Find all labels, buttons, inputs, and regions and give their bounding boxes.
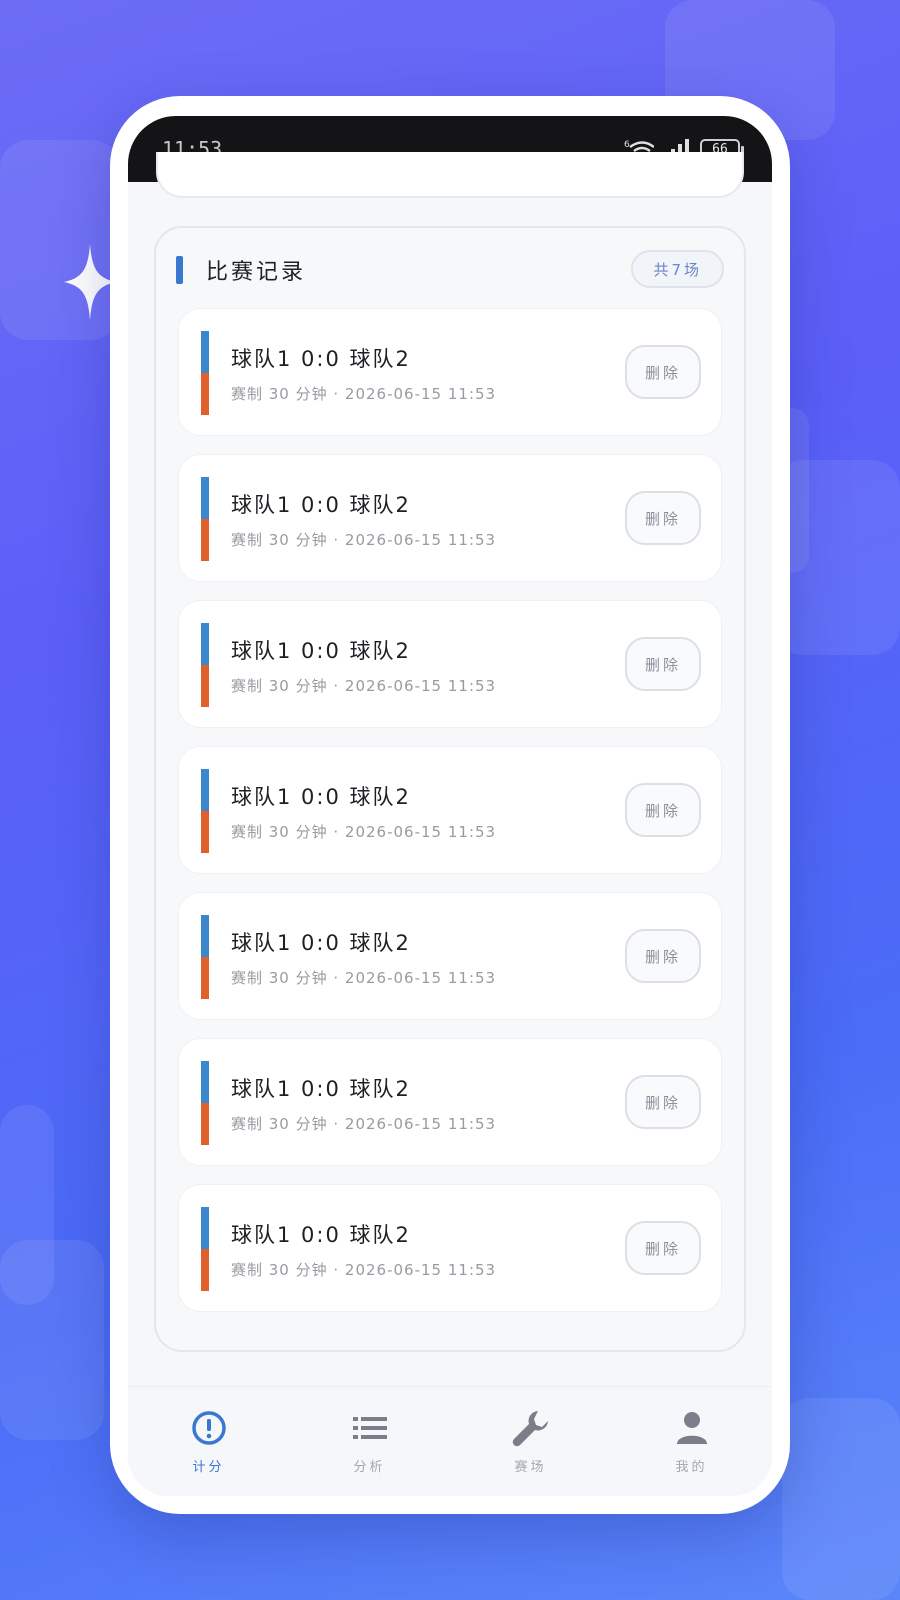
away-team-color (201, 811, 209, 853)
home-team-color (201, 769, 209, 811)
match-meta: 赛制 30 分钟 · 2026-06-15 11:53 (231, 1261, 497, 1279)
away-team-color (201, 1249, 209, 1291)
tab-label: 计分 (192, 1460, 225, 1475)
header-accent-bar (176, 256, 183, 284)
match-item[interactable]: 球队1 0:0 球队2 赛制 30 分钟 · 2026-06-15 11:53 删除 (178, 746, 722, 874)
alert-circle-icon (189, 1408, 229, 1448)
team-color-bar (201, 915, 209, 999)
match-score: 球队1 0:0 球队2 (231, 639, 411, 663)
wrench-icon (511, 1408, 551, 1448)
team-color-bar (201, 477, 209, 561)
away-team-color (201, 665, 209, 707)
match-records-card: 比赛记录 共7场 球队1 0:0 球队2 赛制 30 分钟 · 2026-06-1… (154, 226, 746, 1352)
match-meta: 赛制 30 分钟 · 2026-06-15 11:53 (231, 823, 497, 841)
match-item[interactable]: 球队1 0:0 球队2 赛制 30 分钟 · 2026-06-15 11:53 删除 (178, 892, 722, 1020)
match-item[interactable]: 球队1 0:0 球队2 赛制 30 分钟 · 2026-06-15 11:53 删除 (178, 308, 722, 436)
away-team-color (201, 957, 209, 999)
tab-score[interactable]: 计分 (149, 1408, 269, 1475)
card-header: 比赛记录 共7场 (156, 228, 744, 314)
match-score: 球队1 0:0 球队2 (231, 1223, 411, 1247)
delete-button[interactable]: 删除 (625, 345, 701, 399)
home-team-color (201, 477, 209, 519)
delete-button[interactable]: 删除 (625, 929, 701, 983)
sparkle-icon (64, 244, 116, 320)
away-team-color (201, 1103, 209, 1145)
match-meta: 赛制 30 分钟 · 2026-06-15 11:53 (231, 385, 497, 403)
match-item[interactable]: 球队1 0:0 球队2 赛制 30 分钟 · 2026-06-15 11:53 删除 (178, 454, 722, 582)
match-item[interactable]: 球队1 0:0 球队2 赛制 30 分钟 · 2026-06-15 11:53 删除 (178, 1184, 722, 1312)
tab-profile[interactable]: 我的 (632, 1408, 752, 1475)
match-meta: 赛制 30 分钟 · 2026-06-15 11:53 (231, 1115, 497, 1133)
match-score: 球队1 0:0 球队2 (231, 785, 411, 809)
app-screen: 11:53 6 66 比赛记录 共7场 球队1 0:0 球队2 赛制 30 分钟… (128, 116, 772, 1496)
match-score: 球队1 0:0 球队2 (231, 347, 411, 371)
match-score: 球队1 0:0 球队2 (231, 931, 411, 955)
delete-button[interactable]: 删除 (625, 783, 701, 837)
person-icon (672, 1408, 712, 1448)
home-team-color (201, 1061, 209, 1103)
match-meta: 赛制 30 分钟 · 2026-06-15 11:53 (231, 531, 497, 549)
match-score: 球队1 0:0 球队2 (231, 1077, 411, 1101)
away-team-color (201, 519, 209, 561)
home-team-color (201, 331, 209, 373)
tab-label: 赛场 (514, 1460, 547, 1475)
home-team-color (201, 623, 209, 665)
team-color-bar (201, 769, 209, 853)
away-team-color (201, 373, 209, 415)
tab-label: 我的 (675, 1460, 708, 1475)
tab-label: 分析 (353, 1460, 386, 1475)
team-color-bar (201, 331, 209, 415)
section-title: 比赛记录 (206, 260, 307, 285)
match-meta: 赛制 30 分钟 · 2026-06-15 11:53 (231, 969, 497, 987)
team-color-bar (201, 1061, 209, 1145)
match-list: 球队1 0:0 球队2 赛制 30 分钟 · 2026-06-15 11:53 删除… (178, 308, 722, 1330)
home-team-color (201, 915, 209, 957)
delete-button[interactable]: 删除 (625, 1221, 701, 1275)
bg-decoration (775, 460, 900, 655)
delete-button[interactable]: 删除 (625, 1075, 701, 1129)
delete-button[interactable]: 删除 (625, 637, 701, 691)
home-team-color (201, 1207, 209, 1249)
team-color-bar (201, 1207, 209, 1291)
tab-venue[interactable]: 赛场 (471, 1408, 591, 1475)
match-score: 球队1 0:0 球队2 (231, 493, 411, 517)
match-item[interactable]: 球队1 0:0 球队2 赛制 30 分钟 · 2026-06-15 11:53 删除 (178, 1038, 722, 1166)
bg-decoration (782, 1398, 900, 1600)
bottom-tab-bar: 计分 分析 赛场 我的 (128, 1386, 772, 1496)
tab-analysis[interactable]: 分析 (310, 1408, 430, 1475)
delete-button[interactable]: 删除 (625, 491, 701, 545)
network-label: 6 (624, 140, 630, 150)
match-count-badge: 共7场 (631, 250, 724, 288)
previous-card (156, 152, 744, 198)
scroll-content[interactable]: 比赛记录 共7场 球队1 0:0 球队2 赛制 30 分钟 · 2026-06-1… (128, 152, 772, 1426)
team-color-bar (201, 623, 209, 707)
match-meta: 赛制 30 分钟 · 2026-06-15 11:53 (231, 677, 497, 695)
bg-decoration (0, 1240, 104, 1440)
match-item[interactable]: 球队1 0:0 球队2 赛制 30 分钟 · 2026-06-15 11:53 删除 (178, 600, 722, 728)
phone-frame: 11:53 6 66 比赛记录 共7场 球队1 0:0 球队2 赛制 30 分钟… (110, 96, 790, 1514)
list-icon (350, 1408, 390, 1448)
